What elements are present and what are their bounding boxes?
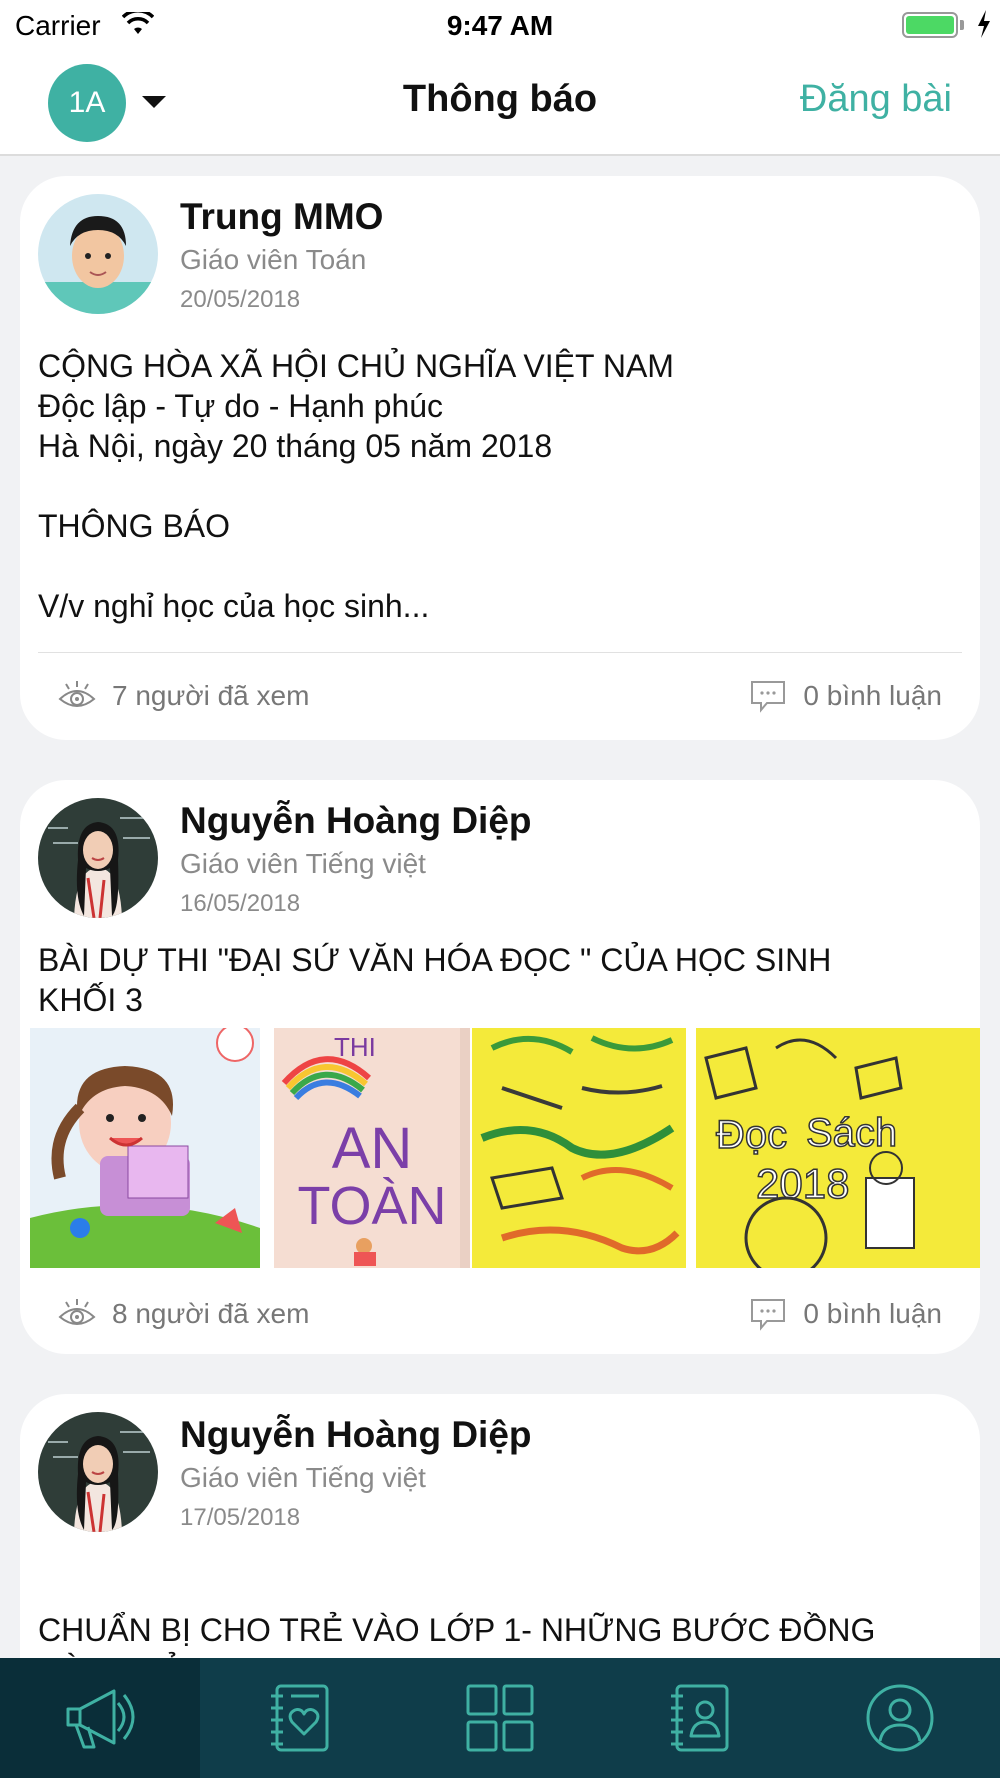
image-text: AN: [332, 1116, 413, 1181]
comment-icon: [751, 1299, 786, 1331]
comments-count[interactable]: 0 bình luận: [749, 1284, 942, 1344]
grid-icon: [466, 1684, 534, 1752]
tab-notebook[interactable]: [200, 1658, 400, 1778]
tab-profile[interactable]: [800, 1658, 1000, 1778]
status-time: 9:47 AM: [446, 10, 554, 41]
svg-text:Đọc: Đọc: [716, 1113, 787, 1157]
post-body-line: THÔNG BÁO: [38, 508, 231, 544]
tab-dashboard[interactable]: [400, 1658, 600, 1778]
post-body-line: KHỐI 3: [38, 982, 143, 1018]
author-name[interactable]: Trung MMO: [180, 196, 383, 238]
avatar[interactable]: [38, 194, 158, 314]
post-date: 16/05/2018: [180, 890, 301, 917]
post-body-line: CHUẨN BỊ CHO TRẺ VÀO LỚP 1- NHỮNG BƯỚC Đ…: [38, 1612, 876, 1648]
views-label: 7 người đã xem: [112, 680, 310, 711]
image-text: TOÀN: [297, 1176, 446, 1236]
post-body-line: BÀI DỰ THI "ĐẠI SỨ VĂN HÓA ĐỌC " CỦA HỌC…: [38, 942, 832, 978]
comment-icon: [751, 681, 786, 713]
avatar[interactable]: [38, 798, 158, 918]
author-role: Giáo viên Tiếng việt: [180, 1462, 426, 1493]
post-image[interactable]: [472, 1028, 686, 1268]
post-body-line: [38, 466, 962, 506]
post-card[interactable]: Trung MMO Giáo viên Toán 20/05/2018 CỘNG…: [20, 176, 980, 740]
views-count[interactable]: 8 người đã xem: [58, 1284, 309, 1344]
post-footer: 7 người đã xem 0 bình luận: [20, 666, 980, 726]
avatar[interactable]: [38, 1412, 158, 1532]
post-body[interactable]: BÀI DỰ THI "ĐẠI SỨ VĂN HÓA ĐỌC " CỦA HỌC…: [38, 940, 962, 1020]
author-name[interactable]: Nguyễn Hoàng Diệp: [180, 1414, 532, 1456]
author-role: Giáo viên Tiếng việt: [180, 848, 426, 879]
views-count[interactable]: 7 người đã xem: [58, 666, 309, 726]
post-body-line: Độc lập - Tự do - Hạnh phúc: [38, 388, 444, 424]
contacts-book-icon: [671, 1684, 729, 1752]
post-body-line: V/v nghỉ học của học sinh...: [38, 588, 430, 624]
profile-icon: [866, 1684, 934, 1752]
post-date: 17/05/2018: [180, 1504, 301, 1531]
charging-icon: [978, 10, 990, 38]
post-button[interactable]: Đăng bài: [800, 78, 952, 121]
author-role: Giáo viên Toán: [180, 244, 367, 275]
battery-tip: [960, 20, 964, 30]
tab-announcements[interactable]: [0, 1658, 200, 1778]
comments-count[interactable]: 0 bình luận: [749, 666, 942, 726]
post-image[interactable]: Đọc Sách 2018: [696, 1028, 980, 1268]
post-body-line: Hà Nội, ngày 20 tháng 05 năm 2018: [38, 428, 553, 464]
status-bar: Carrier 9:47 AM: [0, 0, 1000, 50]
nav-bar: 1A Thông báo Đăng bài: [0, 50, 1000, 156]
post-date: 20/05/2018: [180, 286, 301, 313]
eye-icon: [58, 1299, 96, 1325]
notebook-heart-icon: [271, 1684, 329, 1752]
views-label: 8 người đã xem: [112, 1298, 310, 1329]
image-text: THI: [334, 1032, 376, 1062]
post-card[interactable]: Nguyễn Hoàng Diệp Giáo viên Tiếng việt 1…: [20, 780, 980, 1354]
post-image[interactable]: [30, 1028, 260, 1268]
post-image[interactable]: THI AN TOÀN: [274, 1028, 470, 1268]
post-body-line: CỘNG HÒA XÃ HỘI CHỦ NGHĨA VIỆT NAM: [38, 348, 674, 384]
divider: [38, 652, 962, 653]
post-body[interactable]: CỘNG HÒA XÃ HỘI CHỦ NGHĨA VIỆT NAM Độc l…: [38, 346, 962, 626]
tab-contacts[interactable]: [600, 1658, 800, 1778]
comments-label: 0 bình luận: [803, 680, 942, 711]
post-body-line: [38, 546, 962, 586]
megaphone-icon: [66, 1689, 135, 1749]
battery-icon: [902, 12, 958, 38]
comments-label: 0 bình luận: [803, 1298, 942, 1329]
eye-icon: [58, 681, 96, 707]
author-name[interactable]: Nguyễn Hoàng Diệp: [180, 800, 532, 842]
post-footer: 8 người đã xem 0 bình luận: [20, 1284, 980, 1344]
tab-bar: [0, 1658, 1000, 1778]
svg-text:Sách: Sách: [806, 1111, 897, 1155]
post-image-gallery: THI AN TOÀN Đọc Sách 2018: [30, 1028, 980, 1268]
